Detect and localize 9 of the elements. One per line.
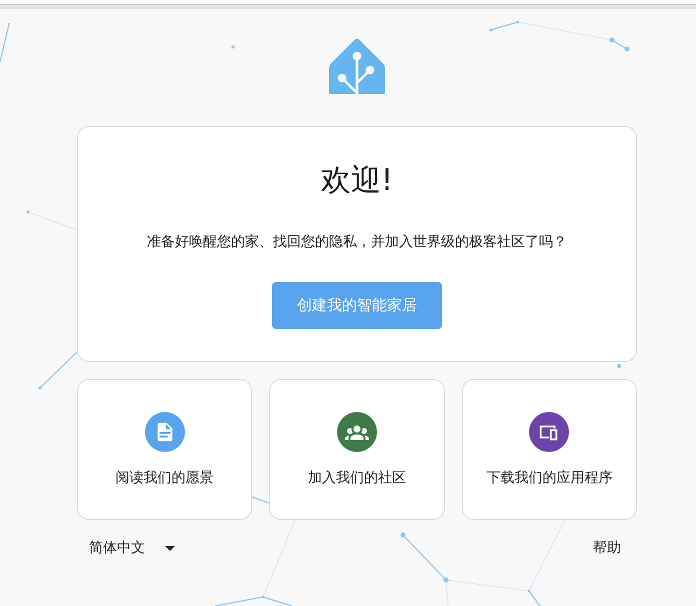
link-card[interactable]: 加入我们的社区: [269, 379, 445, 520]
welcome-title: 欢迎!: [320, 163, 394, 199]
help-link[interactable]: 帮助: [593, 538, 621, 558]
language-select[interactable]: 简体中文: [89, 538, 175, 558]
caret-icon: [165, 546, 175, 550]
welcome-message: 准备好唤醒您的家、找回您的隐私，并加入世界级的极客社区了吗？: [147, 233, 567, 252]
house-logo-icon: [329, 38, 385, 94]
link-card[interactable]: 阅读我们的愿景: [77, 379, 252, 520]
link-card[interactable]: 下载我们的应用程序: [462, 379, 637, 520]
